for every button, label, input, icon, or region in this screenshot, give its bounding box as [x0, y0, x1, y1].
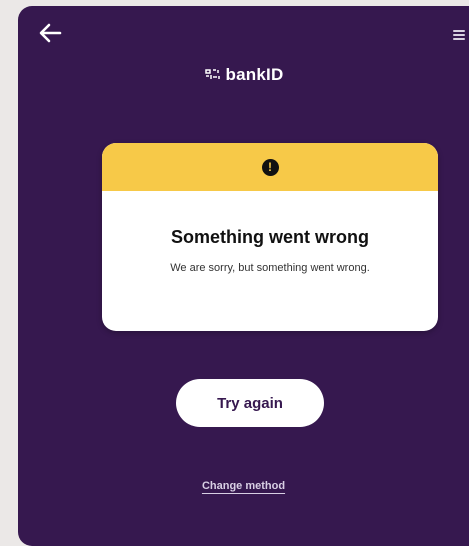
error-card: ! Something went wrong We are sorry, but…: [102, 143, 438, 331]
exclamation-circle-icon: !: [261, 158, 279, 176]
bankid-dialog: bankID ! Something went wrong We are sor…: [18, 6, 469, 546]
hamburger-menu-icon[interactable]: [453, 30, 465, 42]
error-card-header: !: [102, 143, 438, 191]
menu-line: [453, 30, 465, 32]
try-again-button[interactable]: Try again: [176, 379, 324, 427]
change-method-link[interactable]: Change method: [202, 480, 285, 492]
menu-line: [453, 34, 465, 36]
brand-name: bankID: [225, 65, 284, 84]
bankid-logo-icon: [204, 66, 222, 86]
brand-header: bankID: [18, 65, 469, 86]
change-method-container: Change method: [18, 476, 469, 494]
error-message: We are sorry, but something went wrong.: [170, 262, 370, 274]
menu-line: [453, 38, 465, 40]
error-title: Something went wrong: [171, 227, 369, 247]
back-arrow-icon[interactable]: [36, 20, 64, 46]
